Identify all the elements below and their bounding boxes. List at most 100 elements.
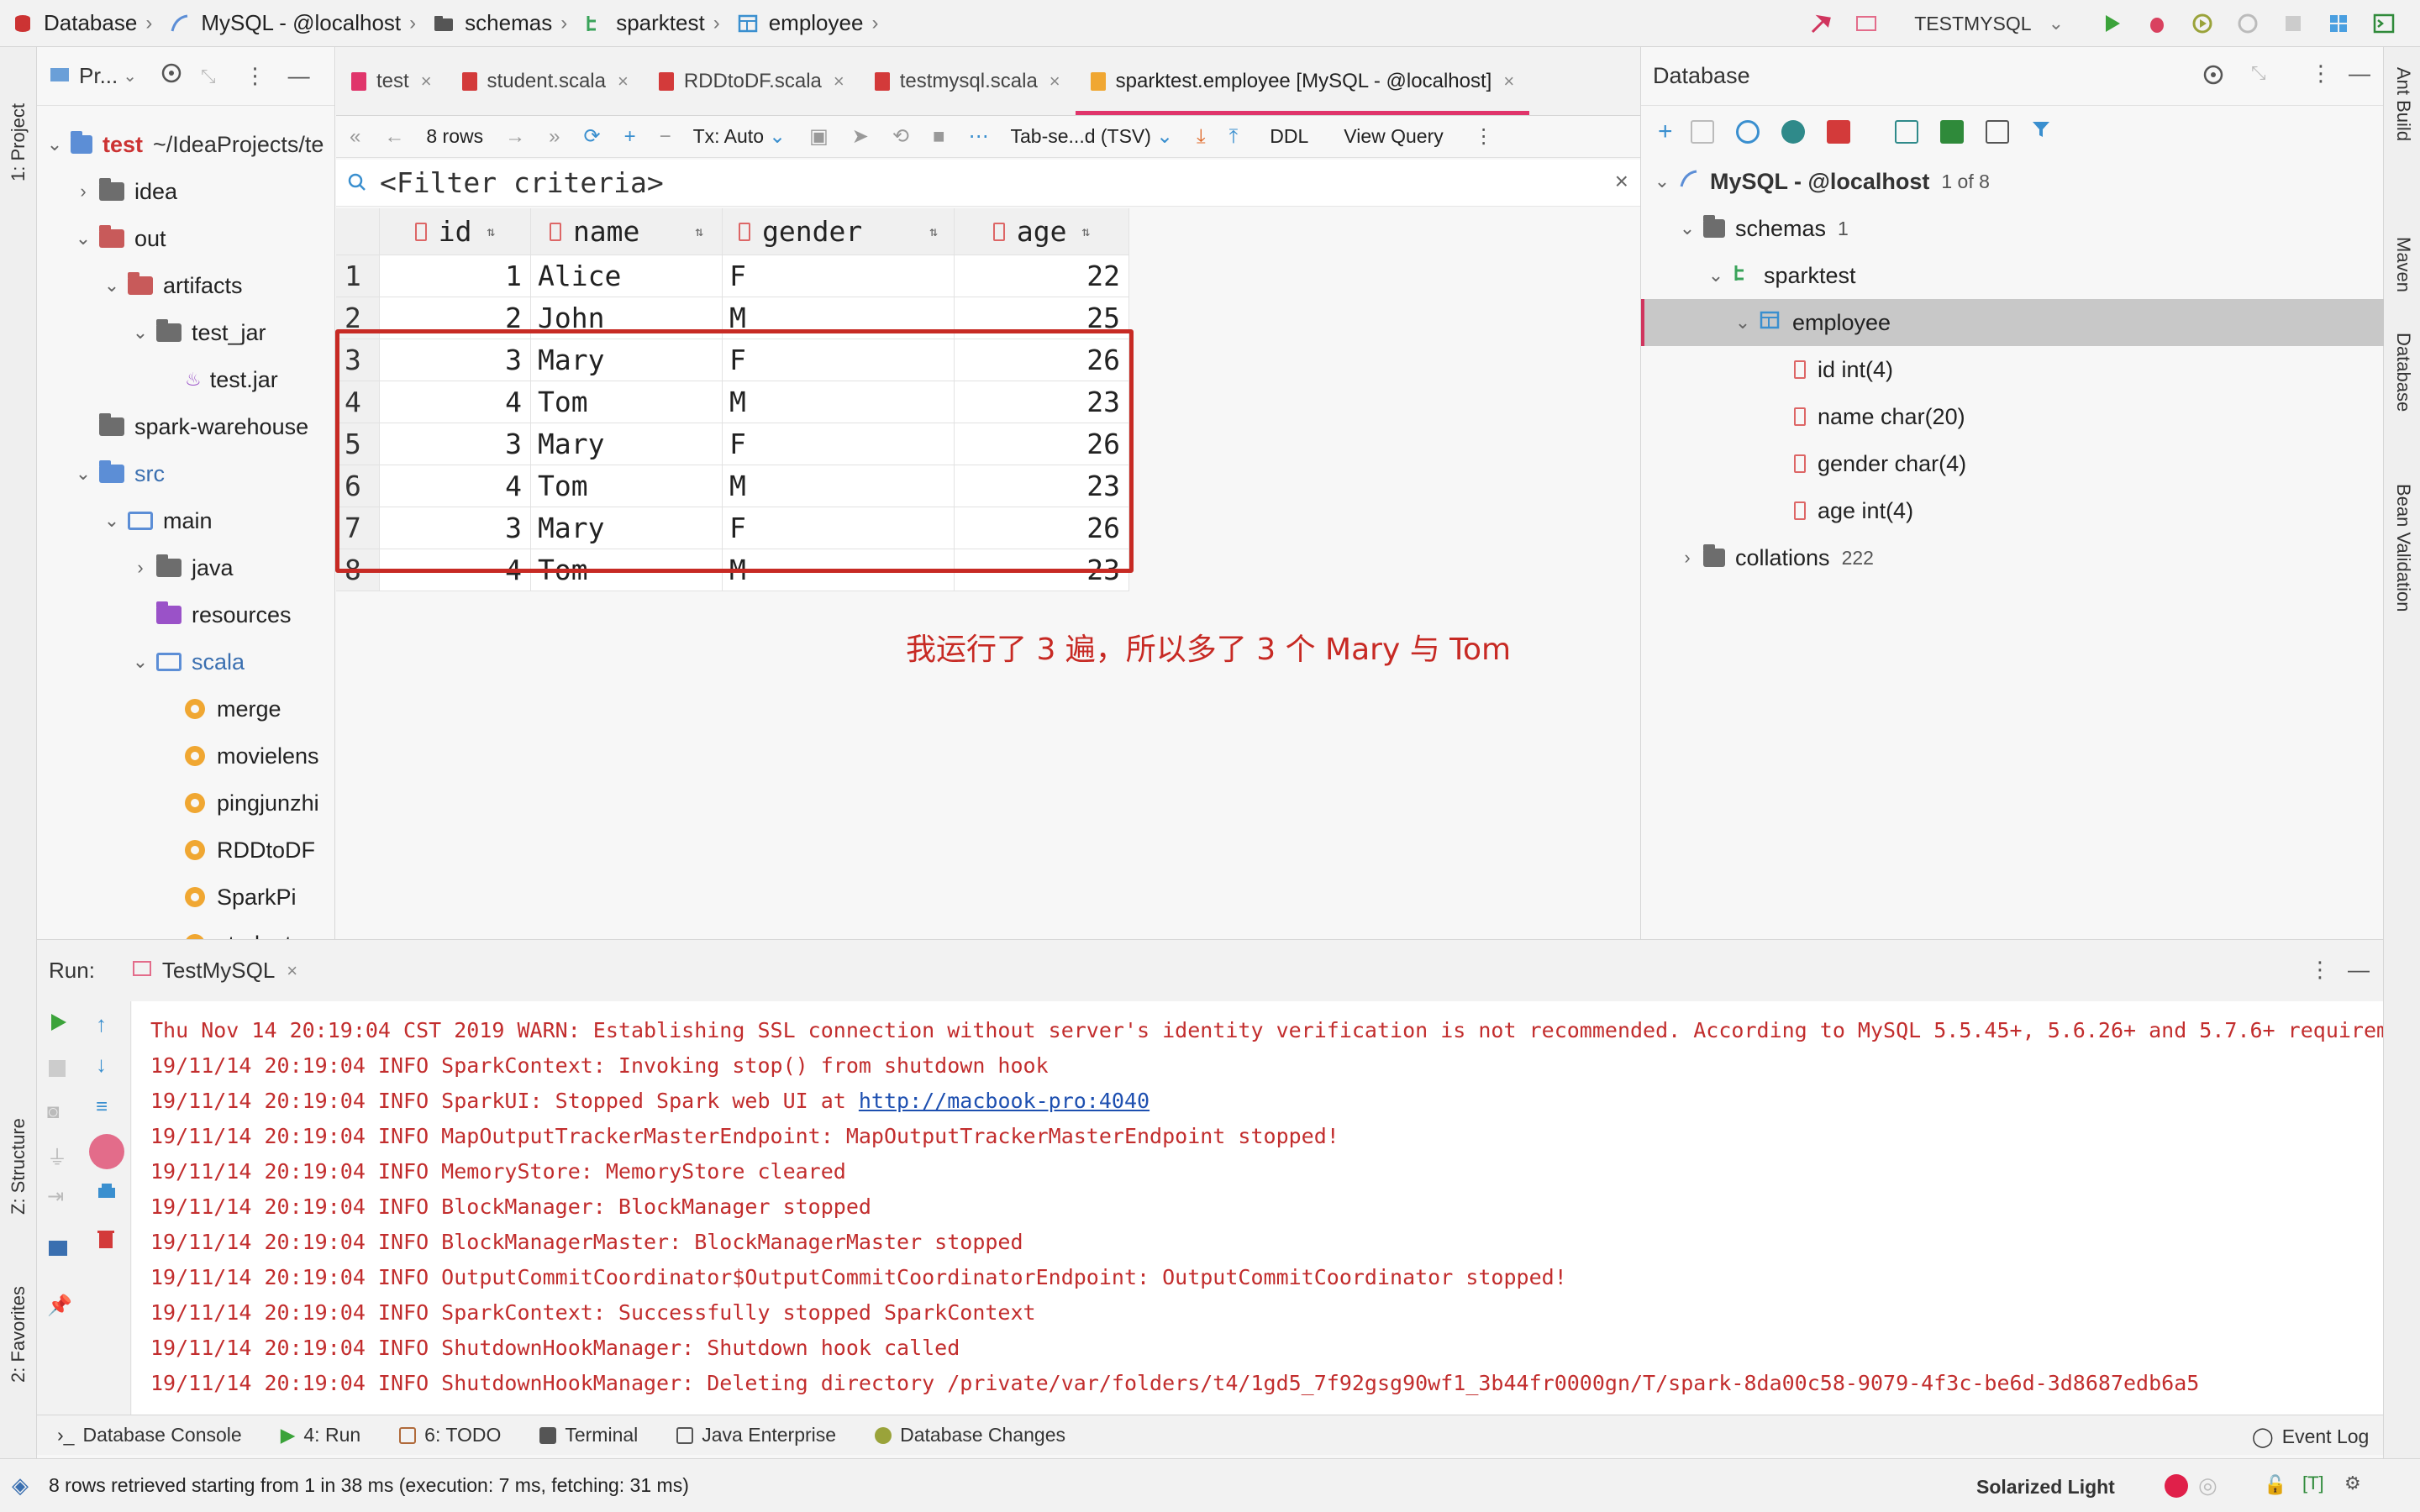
add-row-icon[interactable]: + [624,125,636,149]
submit-icon[interactable]: ➤ [852,124,869,149]
hide-panel-icon[interactable]: — [2349,60,2370,87]
tree-item[interactable]: › idea [74,168,177,215]
hide-panel-icon[interactable]: — [288,63,310,89]
next-page-icon[interactable]: → [505,125,525,149]
project-structure-icon[interactable] [2324,9,2353,38]
save-icon[interactable]: ▣ [809,124,829,149]
bean-validation-label[interactable]: Bean Validation [2392,484,2414,612]
close-icon[interactable]: × [1050,71,1060,92]
project-view-selector[interactable]: Pr... [79,63,118,89]
run-config-selector[interactable]: TESTMYSQL [1914,13,2031,35]
chevron-down-icon[interactable]: ⌄ [1653,171,1671,192]
db-tree-column[interactable]: id int(4) [1794,346,1893,393]
status-layers-icon[interactable]: ◈ [12,1473,29,1499]
tab-student-scala[interactable]: student.scala × [447,48,644,115]
add-icon[interactable]: + [1658,118,1673,146]
project-tool-label[interactable]: 1: Project [8,64,29,181]
chevron-down-icon[interactable]: ⌄ [2049,13,2064,34]
plug-icon[interactable]: ⏚ [47,1141,71,1169]
profile-icon[interactable] [2233,9,2262,38]
database-tool-label[interactable]: Database [2392,333,2414,412]
chevron-down-icon[interactable]: ⌄ [74,463,92,485]
more-options-icon[interactable]: ⋮ [1474,124,1494,149]
record-icon[interactable] [89,1134,124,1169]
last-page-icon[interactable]: » [549,125,560,149]
tree-item[interactable]: RDDtoDF [160,827,315,874]
chevron-down-icon[interactable]: ⌄ [1733,312,1752,333]
breadcrumb-item-connection[interactable]: MySQL - @localhost [201,10,401,36]
tab-testmysql-scala[interactable]: testmysql.scala × [860,48,1076,115]
check-icon[interactable]: ◎ [2198,1473,2217,1499]
chevron-down-icon[interactable]: ⌄ [131,651,150,673]
close-icon[interactable]: × [618,71,629,92]
stop-icon[interactable] [2279,9,2307,38]
close-icon[interactable]: × [287,960,297,982]
more-options-icon[interactable]: ⋮ [2309,957,2331,983]
ant-build-label[interactable]: Ant Build [2392,67,2414,141]
tree-item[interactable]: ⌄ main [103,497,213,544]
delete-row-icon[interactable]: − [660,125,671,149]
tree-item[interactable]: resources [131,591,292,638]
collapse-icon[interactable]: ⤡ [201,66,216,87]
refresh-icon[interactable] [1735,120,1760,144]
debug-bug-icon[interactable] [2143,9,2171,38]
coverage-icon[interactable] [2188,9,2217,38]
tree-item[interactable]: SparkPi [160,874,297,921]
tree-item-root[interactable]: ⌄ test ~/IdeaProjects/te [45,121,324,168]
chevron-down-icon[interactable]: ⌄ [103,510,121,532]
export-format-selector[interactable]: Tab-se...d (TSV) [1011,125,1151,148]
filter-icon[interactable] [2030,118,2052,146]
table-view-icon[interactable] [1894,120,1918,144]
breadcrumb-item-table[interactable]: employee [769,10,864,36]
hide-panel-icon[interactable]: — [2348,957,2370,983]
sort-icon[interactable]: ⇅ [487,223,496,239]
tool-database-console[interactable]: ›_ Database Console [57,1424,242,1446]
close-icon[interactable]: × [834,71,844,92]
tree-item[interactable]: ⌄ artifacts [103,262,243,309]
filter-criteria-input[interactable]: <Filter criteria> [380,166,664,199]
column-header-name[interactable]: name ⇅ [531,208,723,255]
error-indicator-icon[interactable] [2165,1474,2188,1498]
ddl-button[interactable]: DDL [1270,125,1308,148]
exit-icon[interactable]: ⇥ [47,1184,71,1208]
chevron-right-icon[interactable]: › [74,181,92,202]
refresh-icon[interactable]: ⟳ [583,124,600,149]
chevron-down-icon[interactable]: ⌄ [769,124,786,149]
tool-database-changes[interactable]: Database Changes [875,1424,1065,1446]
tool-java-enterprise[interactable]: Java Enterprise [676,1424,836,1446]
chevron-down-icon[interactable]: ⌄ [123,66,137,87]
tree-item[interactable]: pingjunzhi [160,780,319,827]
tab-rddtodf-scala[interactable]: RDDtoDF.scala × [644,48,860,115]
tool-todo[interactable]: 6: TODO [399,1424,501,1446]
layout-icon[interactable] [47,1238,71,1262]
column-header-id[interactable]: id ⇅ [380,208,531,255]
rerun-icon[interactable] [47,1011,71,1035]
chevron-down-icon[interactable]: ⌄ [45,134,64,155]
db-tree-schema-sparktest[interactable]: ⌄ sparktest [1707,252,1856,299]
breadcrumb-item-database[interactable]: Database [44,10,137,36]
chevron-down-icon[interactable]: ⌄ [131,322,150,344]
print-icon[interactable] [96,1181,119,1205]
chevron-right-icon[interactable]: › [131,557,150,579]
more-options-icon[interactable]: ⋮ [2310,60,2332,87]
chevron-down-icon[interactable]: ⌄ [1678,218,1697,239]
db-tree-column[interactable]: name char(20) [1794,393,1965,440]
more-options-icon[interactable]: ⋮ [245,63,266,89]
first-page-icon[interactable]: « [350,125,360,149]
table-cell[interactable]: 22 [955,255,1129,297]
favorites-tool-label[interactable]: 2: Favorites [8,1257,29,1383]
run-icon[interactable] [2097,9,2126,38]
table-cell[interactable]: 1 [380,255,531,297]
revert-icon[interactable]: ⟲ [892,124,909,149]
chevron-down-icon[interactable]: ⌄ [74,228,92,249]
tab-test[interactable]: test × [336,48,447,115]
import-upload-icon[interactable]: ⤒ [1229,125,1239,149]
copy-icon[interactable] [1690,120,1714,144]
scroll-down-icon[interactable]: ↓ [96,1052,119,1077]
collapse-icon[interactable]: ⤡ [2251,62,2266,84]
close-icon[interactable]: × [1503,71,1514,92]
breadcrumb-item-schemas[interactable]: schemas [465,10,552,36]
db-tree-connection[interactable]: ⌄ MySQL - @localhost 1 of 8 [1653,158,1990,205]
chevron-down-icon[interactable]: ⌄ [103,275,121,297]
column-header-gender[interactable]: gender ⇅ [723,208,955,255]
